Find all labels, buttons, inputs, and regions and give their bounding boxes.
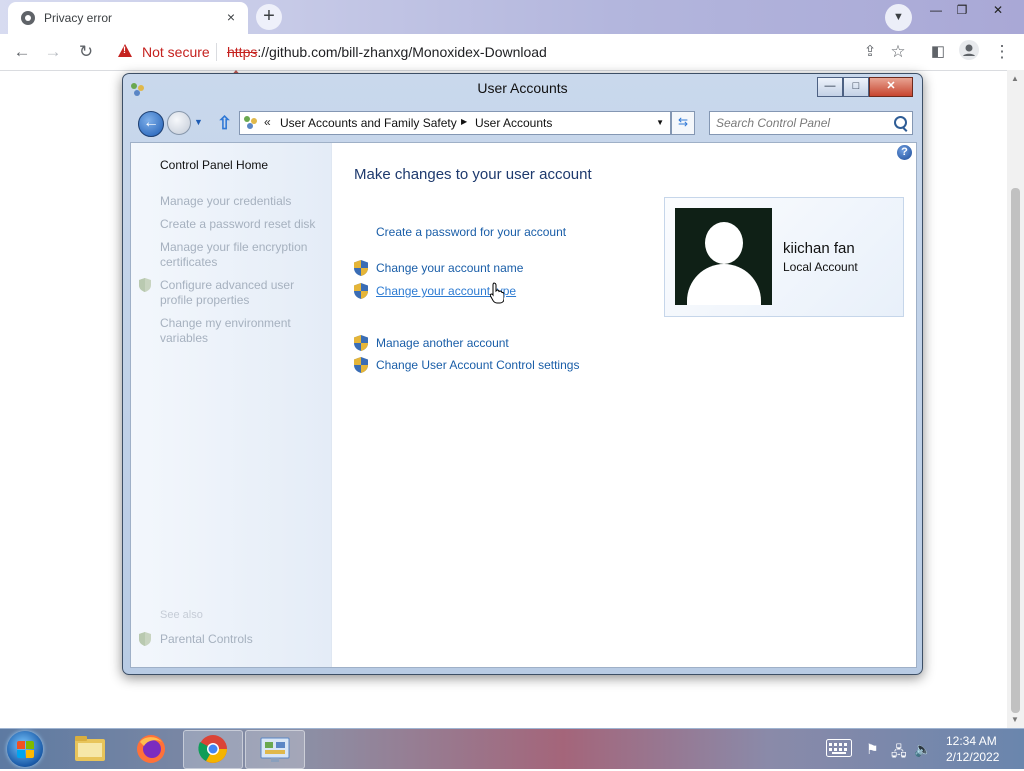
forward-arrow-icon[interactable]: → <box>41 40 65 64</box>
breadcrumb-user-accounts[interactable]: User Accounts <box>475 116 552 130</box>
content-area: Control Panel Home Manage your credentia… <box>130 142 917 668</box>
configure-advanced-profile-link[interactable]: Configure advanced user profile properti… <box>160 278 320 308</box>
account-card: kiichan fan Local Account <box>664 197 904 317</box>
address-bar[interactable]: Not secure https://github.com/bill-zhanx… <box>110 37 910 67</box>
change-account-name-link[interactable]: Change your account name <box>376 261 523 275</box>
browser-restore-button[interactable]: ❐ <box>949 2 975 20</box>
search-icon[interactable] <box>894 116 907 129</box>
window-close-button[interactable]: ✕ <box>869 77 913 97</box>
search-box[interactable] <box>709 111 913 135</box>
kebab-menu-icon[interactable]: ⋮ <box>990 40 1014 64</box>
hand-cursor-icon <box>490 282 504 304</box>
change-uac-settings-link[interactable]: Change User Account Control settings <box>376 358 579 372</box>
omnibox-divider <box>216 43 217 61</box>
shield-icon <box>139 278 151 292</box>
not-secure-label[interactable]: Not secure <box>142 44 210 60</box>
see-also-heading: See also <box>160 609 203 621</box>
tab-favicon-icon <box>21 11 35 25</box>
control-panel-home-link[interactable]: Control Panel Home <box>160 158 268 172</box>
clock-time[interactable]: 12:34 AM <box>946 734 997 748</box>
parental-controls-shield-icon <box>139 632 151 646</box>
firefox-icon <box>137 735 165 763</box>
create-password-link[interactable]: Create a password for your account <box>376 225 566 239</box>
control-panel-icon <box>260 737 290 762</box>
browser-scrollbar[interactable]: ▲ ▼ <box>1007 70 1024 729</box>
url-scheme: https <box>227 44 258 60</box>
warning-triangle-icon <box>118 44 132 57</box>
share-icon[interactable]: ⇪ <box>858 40 882 64</box>
browser-minimize-button[interactable]: — <box>923 2 949 20</box>
profile-avatar-icon[interactable] <box>957 40 981 64</box>
change-environment-variables-link[interactable]: Change my environment variables <box>160 316 320 346</box>
help-icon[interactable]: ? <box>897 145 912 160</box>
keyboard-icon[interactable] <box>826 739 852 760</box>
browser-toolbar: ← → ↻ Not secure https://github.com/bill… <box>0 34 1024 71</box>
breadcrumb-overflow-icon[interactable]: « <box>264 115 271 129</box>
breadcrumb-separator-icon[interactable]: ▶ <box>461 117 467 126</box>
tab-title: Privacy error <box>44 11 113 25</box>
new-tab-button[interactable]: + <box>256 4 282 30</box>
taskbar-file-explorer[interactable] <box>61 730 119 767</box>
tab-search-chevron-icon[interactable]: ▼ <box>885 4 912 31</box>
address-dropdown-icon[interactable]: ▼ <box>656 118 664 127</box>
user-accounts-window: User Accounts — □ ✕ ← ▼ ⇧ « User Account… <box>122 73 923 675</box>
clock-date[interactable]: 2/12/2022 <box>946 750 999 764</box>
network-icon[interactable]: 🖧 <box>891 741 907 765</box>
taskbar-firefox[interactable] <box>122 730 180 767</box>
search-input[interactable] <box>714 114 888 132</box>
scroll-down-icon[interactable]: ▼ <box>1011 715 1019 724</box>
uac-shield-icon <box>354 260 368 276</box>
action-center-flag-icon[interactable]: ⚑ <box>866 741 879 758</box>
up-arrow-icon[interactable]: ⇧ <box>217 113 232 134</box>
back-button[interactable]: ← <box>138 111 164 137</box>
scrollbar-thumb[interactable] <box>1011 188 1020 713</box>
url-host: ://github.com/bill-zhanxg/Monoxidex-Down… <box>257 44 547 60</box>
chrome-icon <box>198 735 227 763</box>
uac-shield-icon <box>354 283 368 299</box>
scroll-up-icon[interactable]: ▲ <box>1011 74 1019 83</box>
user-avatar-icon <box>675 208 772 305</box>
back-arrow-icon[interactable]: ← <box>10 40 34 64</box>
refresh-button[interactable]: ⇆ <box>671 111 695 135</box>
tab-close-icon[interactable]: × <box>222 8 240 26</box>
uac-shield-icon <box>354 335 368 351</box>
reload-icon[interactable]: ↻ <box>74 40 98 64</box>
browser-close-button[interactable]: ✕ <box>985 2 1011 20</box>
window-maximize-button[interactable]: □ <box>843 77 869 97</box>
left-task-pane: Control Panel Home Manage your credentia… <box>131 143 332 667</box>
url-text[interactable]: https://github.com/bill-zhanxg/Monoxidex… <box>227 44 547 60</box>
taskbar-control-panel[interactable] <box>245 730 305 769</box>
control-panel-icon <box>244 116 258 130</box>
manage-credentials-link[interactable]: Manage your credentials <box>160 194 320 209</box>
page-heading: Make changes to your user account <box>354 166 592 183</box>
forward-button[interactable] <box>167 111 191 135</box>
manage-another-account-link[interactable]: Manage another account <box>376 336 509 350</box>
volume-icon[interactable]: 🔈 <box>914 741 931 758</box>
start-button[interactable] <box>7 731 43 767</box>
window-minimize-button[interactable]: — <box>817 77 843 97</box>
breadcrumb-user-accounts-family-safety[interactable]: User Accounts and Family Safety <box>280 116 457 130</box>
manage-file-encryption-link[interactable]: Manage your file encryption certificates <box>160 240 320 270</box>
account-name: kiichan fan <box>783 240 855 257</box>
account-type: Local Account <box>783 260 858 274</box>
bookmark-star-icon[interactable]: ☆ <box>886 40 910 64</box>
browser-tab-privacy-error[interactable]: Privacy error × <box>8 2 248 34</box>
side-panel-icon[interactable]: ◧ <box>926 40 950 64</box>
address-breadcrumb[interactable]: « User Accounts and Family Safety ▶ User… <box>239 111 671 135</box>
window-title: User Accounts <box>477 80 568 96</box>
recent-pages-dropdown-icon[interactable]: ▼ <box>194 117 203 127</box>
taskbar-chrome[interactable] <box>183 730 243 769</box>
uac-shield-icon <box>354 357 368 373</box>
folder-icon <box>75 736 105 761</box>
parental-controls-link[interactable]: Parental Controls <box>160 632 320 647</box>
browser-tabstrip: Privacy error × + ▼ — ❐ ✕ <box>0 0 1024 34</box>
create-password-reset-disk-link[interactable]: Create a password reset disk <box>160 217 320 232</box>
windows-taskbar: ⚑ 🖧 🔈 12:34 AM 2/12/2022 <box>0 728 1024 769</box>
